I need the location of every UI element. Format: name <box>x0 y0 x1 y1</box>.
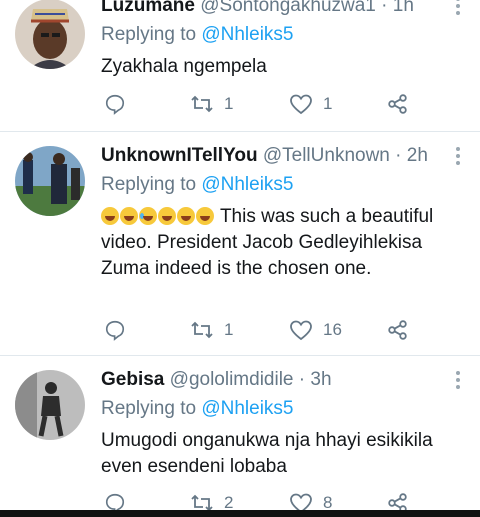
like-count: 16 <box>323 320 342 339</box>
reply-icon <box>104 319 126 341</box>
user-handle[interactable]: @TellUnknown <box>263 145 390 166</box>
tweet[interactable]: UnknownITellYou @TellUnknown · 2h Replyi… <box>0 132 480 354</box>
replying-to: Replying to @Nhleiks5 <box>101 172 466 198</box>
avatar[interactable] <box>15 0 85 69</box>
mention-link[interactable]: @Nhleiks5 <box>201 24 293 45</box>
retweet-icon <box>190 93 214 115</box>
tweet[interactable]: Luzumane @Sontongakhuzwa1 · 1h Replying … <box>0 0 480 132</box>
avatar[interactable] <box>15 146 85 216</box>
share-icon <box>387 93 409 115</box>
display-name[interactable]: UnknownITellYou <box>101 145 258 166</box>
more-vertical-icon[interactable] <box>450 146 466 166</box>
reply-icon <box>104 93 126 115</box>
heart-icon <box>289 93 313 115</box>
mention-link[interactable]: @Nhleiks5 <box>201 398 293 419</box>
laughing-emoji-icon <box>101 207 119 225</box>
replying-to: Replying to @Nhleiks5 <box>101 22 466 48</box>
tweet-text: Umugodi onganukwa nja hhayi esikikila ev… <box>101 430 433 477</box>
laughing-emoji-icon <box>158 207 176 225</box>
replying-to: Replying to @Nhleiks5 <box>101 396 466 422</box>
like-button[interactable]: 1 <box>289 91 332 117</box>
tweet-text: Zyakhala ngempela <box>101 56 267 77</box>
replying-to-label: Replying to <box>101 398 202 419</box>
user-handle[interactable]: @Sontongakhuzwa1 <box>200 0 376 16</box>
laughing-emoji-icon <box>177 207 195 225</box>
laughing-emoji-row <box>101 206 215 227</box>
share-button[interactable] <box>387 91 409 117</box>
rolling-laughing-emoji-icon <box>139 207 157 225</box>
replying-to-label: Replying to <box>101 174 202 195</box>
laughing-emoji-icon <box>120 207 138 225</box>
retweet-icon <box>190 319 214 341</box>
avatar[interactable] <box>15 370 85 440</box>
user-handle[interactable]: @gololimdidile <box>170 369 294 390</box>
replying-to-label: Replying to <box>101 24 202 45</box>
timestamp[interactable]: · 1h <box>381 0 414 16</box>
share-button[interactable] <box>387 317 409 343</box>
more-vertical-icon[interactable] <box>450 0 466 16</box>
system-navigation-bar <box>0 510 480 517</box>
like-count: 1 <box>323 94 333 113</box>
timestamp[interactable]: · 3h <box>299 369 332 390</box>
retweet-count: 1 <box>224 320 234 339</box>
timestamp[interactable]: · 2h <box>395 145 428 166</box>
retweet-button[interactable]: 1 <box>190 317 233 343</box>
display-name[interactable]: Gebisa <box>101 369 164 390</box>
share-icon <box>387 319 409 341</box>
retweet-count: 1 <box>224 94 234 113</box>
heart-icon <box>289 319 313 341</box>
tweet[interactable]: Gebisa @gololimdidile · 3h Replying to @… <box>0 356 480 517</box>
mention-link[interactable]: @Nhleiks5 <box>201 174 293 195</box>
reply-button[interactable] <box>104 317 136 343</box>
tweet-text-block: This was such a beautiful video. Preside… <box>101 204 466 282</box>
retweet-button[interactable]: 1 <box>190 91 233 117</box>
reply-button[interactable] <box>104 91 136 117</box>
like-button[interactable]: 16 <box>289 317 342 343</box>
laughing-emoji-icon <box>196 207 214 225</box>
display-name[interactable]: Luzumane <box>101 0 195 16</box>
more-vertical-icon[interactable] <box>450 370 466 390</box>
